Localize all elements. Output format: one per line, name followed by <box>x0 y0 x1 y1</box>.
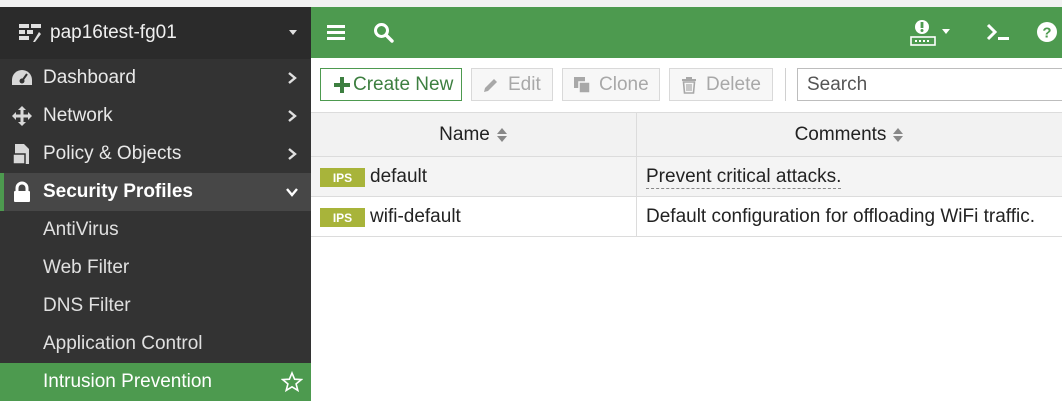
column-divider <box>636 112 637 237</box>
search-icon[interactable] <box>372 21 394 43</box>
device-switch-icon <box>19 24 41 42</box>
ips-badge: IPS <box>320 208 365 227</box>
create-new-button[interactable]: Create New <box>320 68 462 101</box>
sidebar-subitem-web-filter[interactable]: Web Filter <box>0 249 311 287</box>
menu-icon[interactable] <box>325 22 347 42</box>
ips-badge: IPS <box>320 168 365 187</box>
sidebar-subitem-antivirus[interactable]: AntiVirus <box>0 211 311 249</box>
top-bar: ? <box>311 7 1062 58</box>
search-input[interactable] <box>797 68 1062 101</box>
sidebar-item-security-profiles[interactable]: Security Profiles <box>0 173 311 211</box>
profile-comment: Prevent critical attacks. <box>646 166 842 189</box>
edit-label: Edit <box>508 73 541 95</box>
column-header-comments[interactable]: Comments <box>637 113 1062 156</box>
star-icon[interactable] <box>281 371 303 393</box>
toolbar: Create New Edit Clone Delete <box>311 58 1062 112</box>
dashboard-gauge-icon <box>11 67 33 89</box>
chevron-right-icon <box>288 148 297 160</box>
column-header-label: Name <box>439 123 490 145</box>
clone-button[interactable]: Clone <box>562 68 660 101</box>
table-row[interactable]: IPS default Prevent critical attacks. <box>311 157 1062 197</box>
top-strip <box>0 0 1062 7</box>
profile-name: wifi-default <box>370 206 461 227</box>
sidebar-subitem-dns-filter[interactable]: DNS Filter <box>0 287 311 325</box>
sidebar-subitem-label: Application Control <box>43 333 203 354</box>
delete-button[interactable]: Delete <box>669 68 773 101</box>
trash-icon <box>682 76 696 94</box>
sidebar-subitem-application-control[interactable]: Application Control <box>0 325 311 363</box>
pencil-icon <box>484 78 497 92</box>
caret-down-icon[interactable] <box>287 26 299 38</box>
device-name: pap16test-fg01 <box>50 22 177 43</box>
sidebar-item-label: Network <box>43 105 113 126</box>
sidebar-item-label: Dashboard <box>43 67 136 88</box>
alert-icon[interactable] <box>907 19 957 47</box>
create-new-label: Create New <box>353 73 454 95</box>
column-header-name[interactable]: Name <box>311 113 636 156</box>
table-header: Name Comments <box>311 112 1062 157</box>
clone-icon <box>574 76 591 94</box>
sidebar-item-label: Security Profiles <box>43 181 193 202</box>
sidebar-subitem-label: Web Filter <box>43 257 130 278</box>
sidebar-subitem-intrusion-prevention[interactable]: Intrusion Prevention <box>0 363 311 401</box>
lock-icon <box>11 181 33 203</box>
help-icon[interactable]: ? <box>1036 21 1058 43</box>
sidebar-item-label: Policy & Objects <box>43 143 182 164</box>
profile-name: default <box>370 166 428 187</box>
device-selector[interactable]: pap16test-fg01 <box>0 7 311 59</box>
column-header-label: Comments <box>794 123 887 145</box>
sidebar-item-policy-objects[interactable]: Policy & Objects <box>0 135 311 173</box>
plus-icon <box>334 76 350 93</box>
sidebar-subitem-label: AntiVirus <box>43 219 119 240</box>
delete-label: Delete <box>706 73 761 95</box>
chevron-right-icon <box>288 72 297 84</box>
table-row[interactable]: IPS wifi-default Default configuration f… <box>311 197 1062 237</box>
svg-text:?: ? <box>1042 25 1051 42</box>
sort-icon <box>496 127 507 142</box>
policy-document-icon <box>11 143 33 165</box>
cli-icon[interactable] <box>985 21 1011 43</box>
sidebar-subitem-label: Intrusion Prevention <box>43 371 212 392</box>
chevron-down-icon <box>286 188 298 197</box>
move-arrows-icon <box>11 105 33 127</box>
sidebar-item-network[interactable]: Network <box>0 97 311 135</box>
sidebar-item-dashboard[interactable]: Dashboard <box>0 59 311 97</box>
sort-icon <box>893 127 904 142</box>
profile-comment: Default configuration for offloading WiF… <box>646 206 1035 227</box>
sidebar-subitem-label: DNS Filter <box>43 295 131 316</box>
edit-button[interactable]: Edit <box>471 68 553 101</box>
toolbar-divider <box>785 68 786 101</box>
sidebar: pap16test-fg01 Dashboard Network Policy … <box>0 7 311 401</box>
chevron-right-icon <box>288 110 297 122</box>
clone-label: Clone <box>599 73 649 95</box>
